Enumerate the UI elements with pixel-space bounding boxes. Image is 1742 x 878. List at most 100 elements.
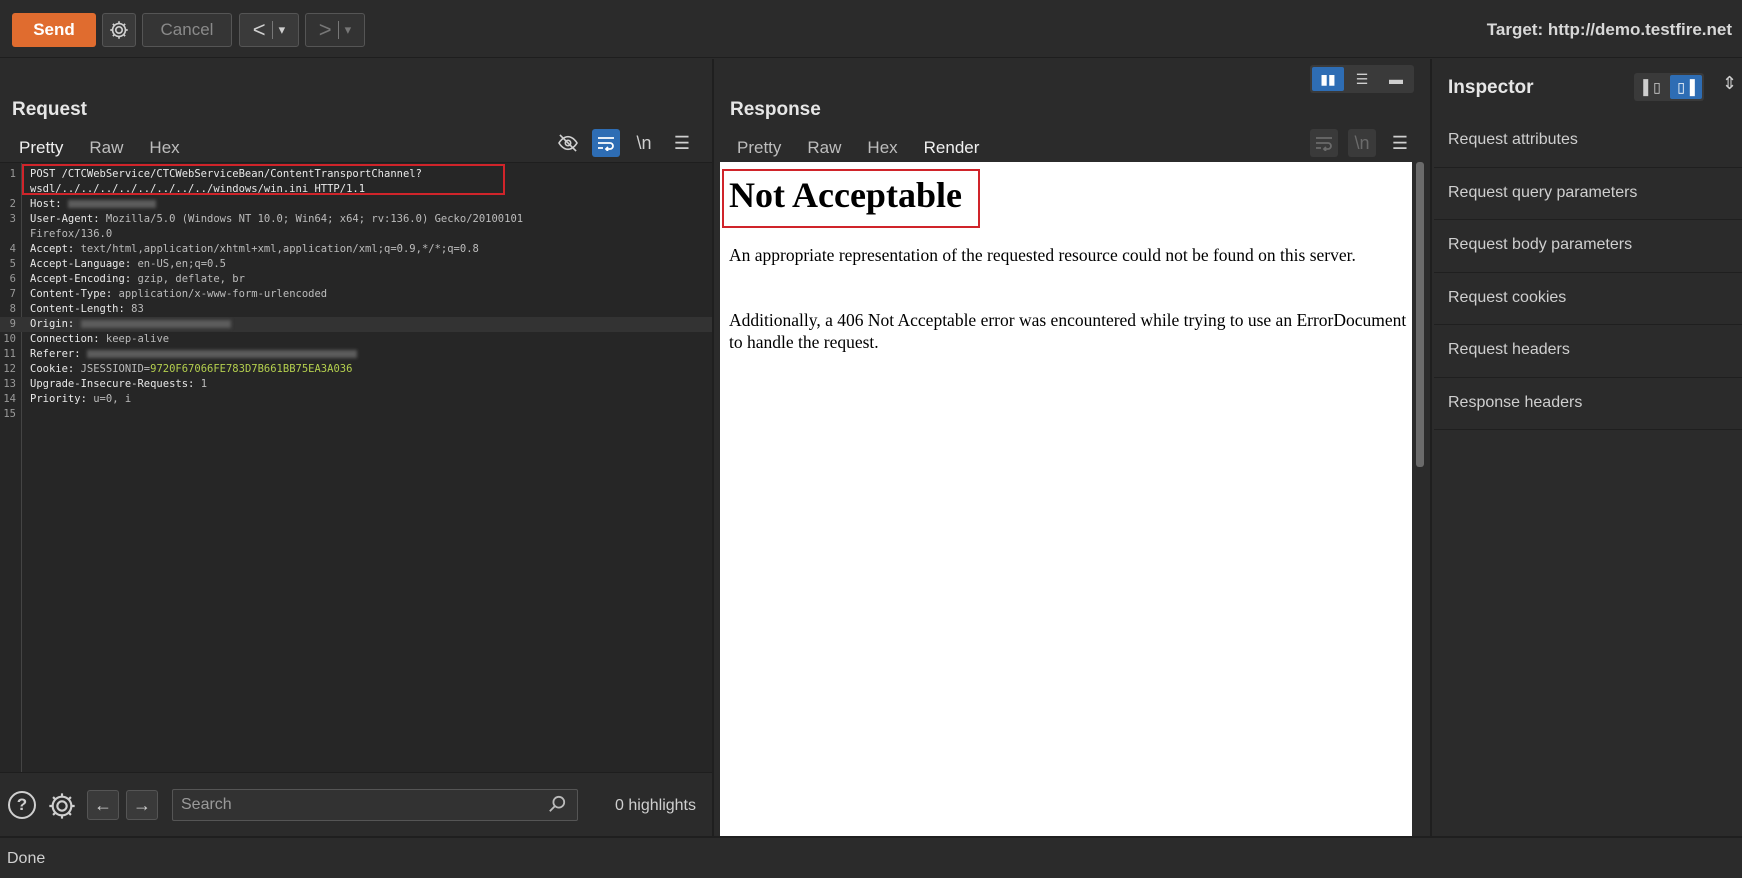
header-name: Referer: bbox=[30, 348, 81, 360]
target-label[interactable]: Target: http://demo.testfire.net bbox=[1487, 20, 1732, 40]
header-name: Host: bbox=[30, 198, 62, 210]
inspector-item-request-attributes[interactable]: Request attributes bbox=[1434, 115, 1742, 168]
line-number: 15 bbox=[3, 408, 16, 420]
code-line[interactable]: 3 User-Agent: Mozilla/5.0 (Windows NT 10.… bbox=[0, 212, 712, 227]
line-content: User-Agent: Mozilla/5.0 (Windows NT 10.0… bbox=[30, 212, 523, 227]
response-editor-tools: \n ☰ bbox=[1310, 129, 1414, 157]
request-search-bar: ? ← → 0 highlights bbox=[0, 772, 712, 836]
inspector-dock-left-button[interactable]: ▌▯ bbox=[1636, 75, 1668, 99]
redacted-value bbox=[80, 320, 231, 328]
wrap-icon bbox=[598, 137, 614, 151]
search-input[interactable] bbox=[172, 789, 578, 821]
header-value: keep-alive bbox=[99, 333, 170, 345]
line-number: 12 bbox=[3, 363, 16, 375]
line-number: 7 bbox=[9, 288, 16, 300]
gear-icon bbox=[110, 21, 128, 39]
line-content: Content-Length: 83 bbox=[30, 302, 144, 317]
line-content: Priority: u=0, i bbox=[30, 392, 131, 407]
line-number: 13 bbox=[3, 378, 16, 390]
response-panel: ▮▮ ☰ ▬ Response Pretty Raw Hex Render \n… bbox=[716, 59, 1432, 836]
line-content: Accept: text/html,application/xhtml+xml,… bbox=[30, 242, 479, 257]
menu-icon[interactable]: ☰ bbox=[1386, 129, 1414, 157]
newline-toggle[interactable]: \n bbox=[1348, 129, 1376, 157]
code-line[interactable]: 2 Host: bbox=[0, 197, 712, 212]
request-panel: Request Pretty Raw Hex \n ☰ 1 POST /CTCWe… bbox=[0, 59, 714, 836]
vertical-scrollbar[interactable] bbox=[1414, 162, 1426, 836]
header-value: Mozilla/5.0 (Windows NT 10.0; Win64; x64… bbox=[99, 213, 524, 225]
inspector-dock-right-button[interactable]: ▯▐ bbox=[1670, 75, 1702, 99]
search-icon bbox=[548, 795, 566, 818]
dropdown-arrow-icon[interactable]: ▾ bbox=[279, 22, 286, 38]
hide-nonprintable-toggle[interactable] bbox=[554, 129, 582, 157]
line-number: 14 bbox=[3, 393, 16, 405]
inspector-item-request-cookies[interactable]: Request cookies bbox=[1434, 273, 1742, 325]
line-content: Origin: bbox=[30, 317, 231, 332]
scrollbar-thumb[interactable] bbox=[1416, 162, 1424, 467]
header-value: 1 bbox=[194, 378, 208, 390]
code-line[interactable]: 9 Origin: bbox=[0, 317, 712, 332]
send-button[interactable]: Send bbox=[12, 13, 96, 47]
inspector-item-response-headers[interactable]: Response headers bbox=[1434, 378, 1742, 430]
wrap-icon bbox=[1316, 137, 1332, 151]
header-name: Accept-Encoding: bbox=[30, 273, 132, 285]
collapse-expand-icon[interactable]: ⇕ bbox=[1722, 73, 1742, 101]
line-number: 5 bbox=[9, 258, 16, 270]
header-name: Cookie: bbox=[30, 363, 75, 375]
settings-gear-button[interactable] bbox=[102, 13, 136, 47]
inspector-item-request-body-parameters[interactable]: Request body parameters bbox=[1434, 220, 1742, 273]
code-line[interactable]: 6 Accept-Encoding: gzip, deflate, br bbox=[0, 272, 712, 287]
header-name: User-Agent: bbox=[30, 213, 100, 225]
header-name: Content-Type: bbox=[30, 288, 113, 300]
inspector-title: Inspector bbox=[1448, 77, 1534, 98]
code-line[interactable]: 15 bbox=[0, 407, 712, 422]
layout-stacked-button[interactable]: ☰ bbox=[1346, 67, 1378, 91]
code-line[interactable]: 12 Cookie: JSESSIONID=9720F67066FE783D7B6… bbox=[0, 362, 712, 377]
previous-match-button[interactable]: ← bbox=[87, 790, 119, 820]
inspector-item-request-query-parameters[interactable]: Request query parameters bbox=[1434, 168, 1742, 220]
menu-icon[interactable]: ☰ bbox=[668, 129, 696, 157]
forward-button[interactable]: > ▾ bbox=[305, 13, 365, 47]
code-line[interactable]: 13 Upgrade-Insecure-Requests: 1 bbox=[0, 377, 712, 392]
eye-slash-icon bbox=[558, 134, 578, 152]
rendered-response-view: Not Acceptable An appropriate representa… bbox=[720, 162, 1412, 836]
header-value: Firefox/136.0 bbox=[30, 228, 113, 240]
code-line[interactable]: 4 Accept: text/html,application/xhtml+xml… bbox=[0, 242, 712, 257]
line-content: Connection: keep-alive bbox=[30, 332, 169, 347]
line-number: 2 bbox=[9, 198, 16, 210]
word-wrap-toggle[interactable] bbox=[592, 129, 620, 157]
header-value: application/x-www-form-urlencoded bbox=[112, 288, 328, 300]
layout-side-by-side-button[interactable]: ▮▮ bbox=[1312, 67, 1344, 91]
header-name: Accept-Language: bbox=[30, 258, 132, 270]
line-content: Accept-Language: en-US,en;q=0.5 bbox=[30, 257, 226, 272]
inspector-sections: Request attributes Request query paramet… bbox=[1434, 115, 1742, 430]
back-button[interactable]: < ▾ bbox=[239, 13, 299, 47]
line-content: Firefox/136.0 bbox=[30, 227, 112, 242]
header-name: Origin: bbox=[30, 318, 75, 330]
word-wrap-toggle[interactable] bbox=[1310, 129, 1338, 157]
dropdown-arrow-icon[interactable]: ▾ bbox=[345, 22, 352, 38]
cancel-button[interactable]: Cancel bbox=[142, 13, 232, 47]
help-icon[interactable]: ? bbox=[8, 791, 36, 819]
status-bar: Done bbox=[0, 836, 1742, 878]
redacted-value bbox=[67, 200, 156, 208]
next-match-button[interactable]: → bbox=[126, 790, 158, 820]
newline-toggle[interactable]: \n bbox=[630, 129, 658, 157]
code-line[interactable]: 14 Priority: u=0, i bbox=[0, 392, 712, 407]
layout-single-button[interactable]: ▬ bbox=[1380, 67, 1412, 91]
request-line-highlight-box bbox=[22, 164, 505, 195]
header-name: Accept: bbox=[30, 243, 75, 255]
code-line[interactable]: 10 Connection: keep-alive bbox=[0, 332, 712, 347]
line-number: 9 bbox=[9, 318, 16, 330]
code-line[interactable]: 8 Content-Length: 83 bbox=[0, 302, 712, 317]
code-line[interactable]: 5 Accept-Language: en-US,en;q=0.5 bbox=[0, 257, 712, 272]
search-settings-button[interactable] bbox=[46, 790, 78, 827]
inspector-item-request-headers[interactable]: Request headers bbox=[1434, 325, 1742, 378]
line-content: Host: bbox=[30, 197, 156, 212]
request-editor[interactable]: 1 POST /CTCWebService/CTCWebServiceBean/C… bbox=[0, 162, 712, 772]
header-name: Content-Length: bbox=[30, 303, 125, 315]
header-name: Priority: bbox=[30, 393, 87, 405]
code-line[interactable]: Firefox/136.0 bbox=[0, 227, 712, 242]
code-line[interactable]: 7 Content-Type: application/x-www-form-ur… bbox=[0, 287, 712, 302]
code-line[interactable]: 11 Referer: bbox=[0, 347, 712, 362]
gear-icon bbox=[49, 793, 75, 819]
